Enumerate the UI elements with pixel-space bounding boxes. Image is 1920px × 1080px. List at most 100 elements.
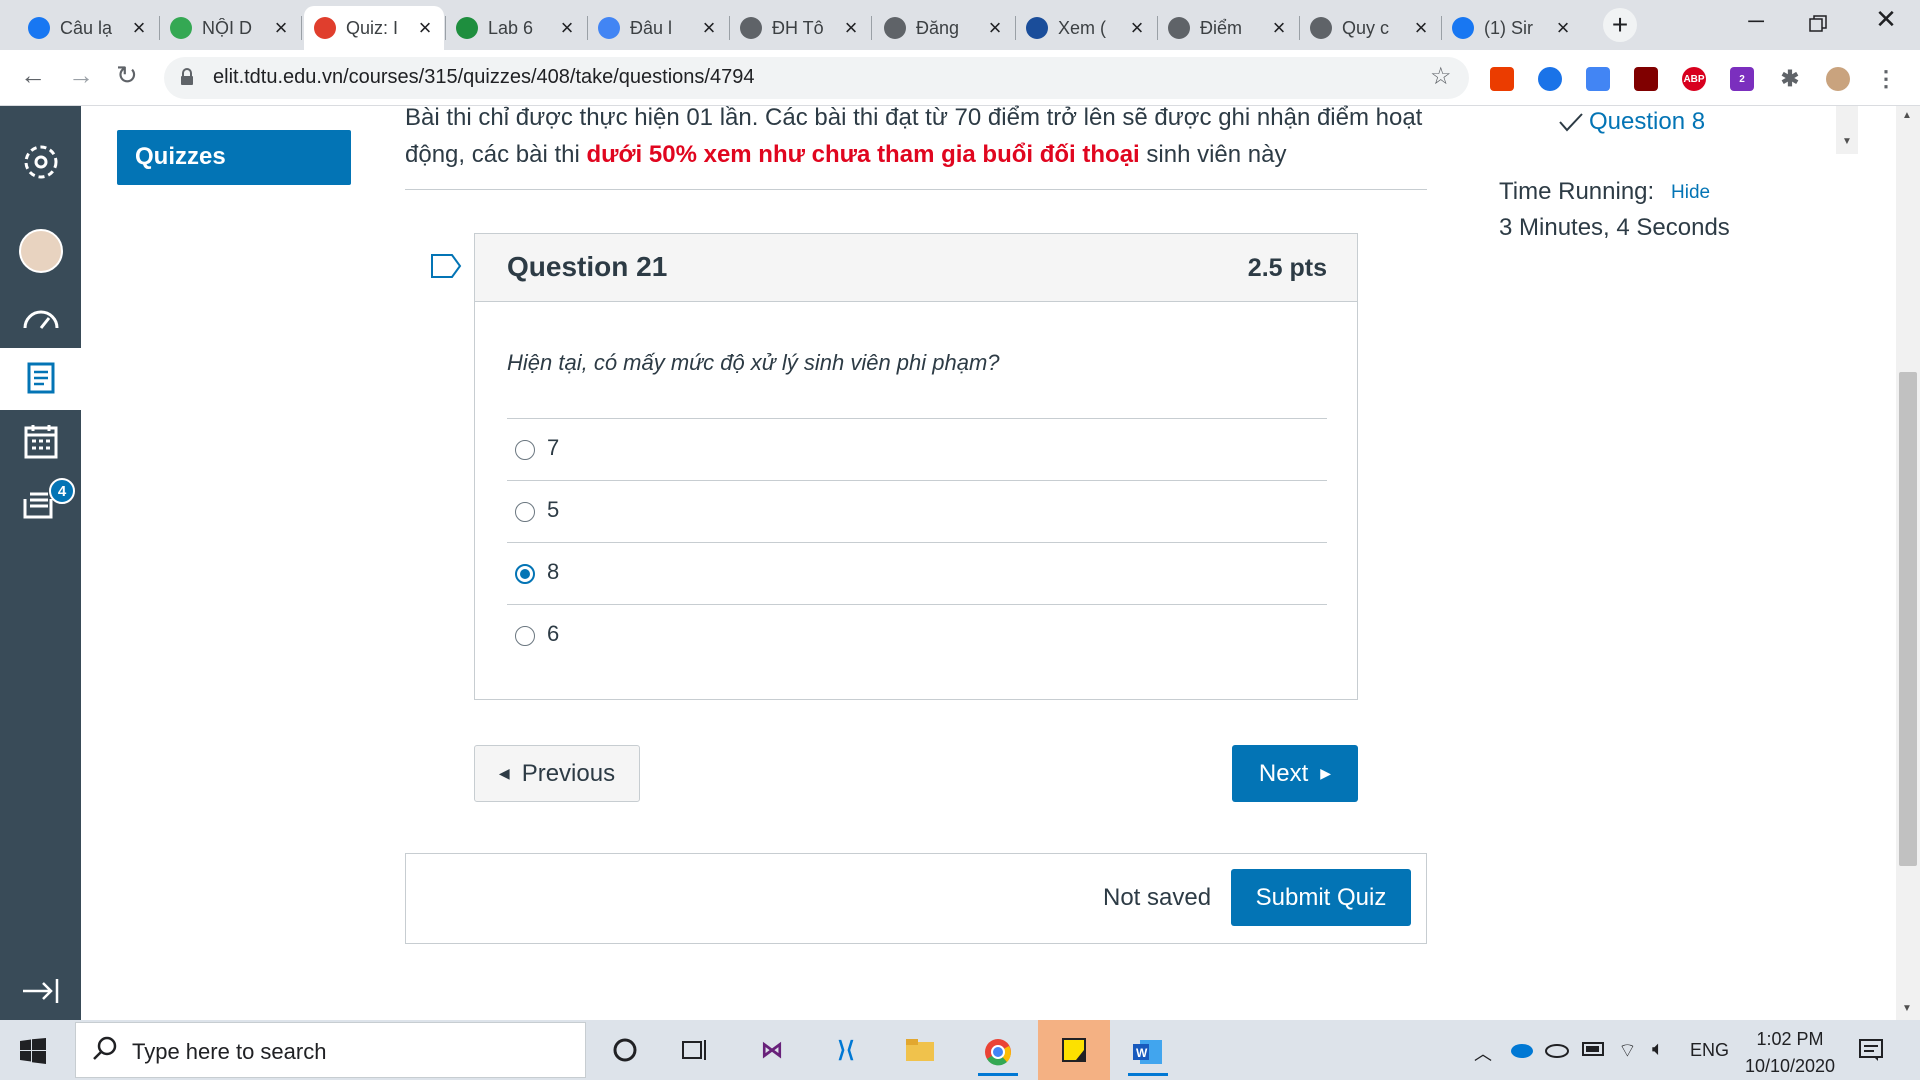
bookmark-star-icon[interactable]: ☆ (1430, 62, 1452, 91)
profile-avatar[interactable] (1826, 67, 1850, 91)
close-tab-icon[interactable]: × (1412, 15, 1430, 41)
search-icon (92, 1036, 118, 1062)
previous-label: Previous (521, 759, 616, 787)
canvas-global-nav: 4 (0, 106, 81, 1020)
answer-radio[interactable] (515, 440, 535, 460)
onedrive-icon[interactable] (1508, 1040, 1534, 1058)
close-tab-icon[interactable]: × (842, 15, 860, 41)
close-tab-icon[interactable]: × (272, 15, 290, 41)
ublock-extension-icon[interactable] (1634, 67, 1658, 91)
calendar-icon[interactable] (0, 410, 81, 472)
account-avatar[interactable] (0, 220, 81, 282)
scroll-down-icon[interactable]: ▼ (1902, 1003, 1912, 1014)
answer-label[interactable]: 6 (547, 621, 559, 647)
previous-button[interactable]: ◀ Previous (474, 745, 640, 802)
new-tab-button[interactable]: + (1603, 8, 1637, 42)
browser-tab[interactable]: Quy c × (1300, 6, 1440, 50)
answer-option[interactable]: 5 (507, 480, 1327, 542)
extension-2-icon[interactable]: 2 (1730, 67, 1754, 91)
show-hidden-icons[interactable]: ︿ (1474, 1040, 1492, 1066)
close-tab-icon[interactable]: × (558, 15, 576, 41)
answer-label[interactable]: 7 (547, 435, 559, 461)
taskbar-search-placeholder: Type here to search (132, 1039, 327, 1064)
tab-title: Câu lạ (60, 17, 113, 38)
question-list-link[interactable]: Question 8 (1589, 108, 1705, 136)
task-view-icon[interactable] (675, 1030, 715, 1070)
forward-icon[interactable]: → (68, 60, 94, 91)
translate-extension-icon[interactable] (1538, 67, 1562, 91)
answer-radio[interactable] (515, 502, 535, 522)
close-tab-icon[interactable]: × (1554, 15, 1572, 41)
visual-studio-icon[interactable]: ⋈ (752, 1030, 792, 1070)
office-extension-icon[interactable] (1490, 67, 1514, 91)
input-language[interactable]: ENG (1690, 1040, 1729, 1061)
answer-radio[interactable] (515, 564, 535, 584)
canvas-icon (314, 17, 336, 39)
reload-icon[interactable]: ↻ (116, 60, 138, 91)
url-text[interactable]: elit.tdtu.edu.vn/courses/315/quizzes/408… (213, 66, 754, 89)
browser-tab[interactable]: Lab 6 × (446, 6, 586, 50)
answer-radio[interactable] (515, 626, 535, 646)
close-tab-icon[interactable]: × (130, 15, 148, 41)
submit-quiz-button[interactable]: Submit Quiz (1231, 869, 1411, 926)
chrome-icon[interactable] (978, 1030, 1018, 1076)
answer-option[interactable]: 6 (507, 604, 1327, 666)
close-window-button[interactable]: ✕ (1868, 4, 1904, 40)
file-explorer-icon[interactable] (900, 1030, 940, 1070)
minimize-button[interactable]: ─ (1736, 8, 1776, 38)
time-running-label: Time Running: (1499, 178, 1655, 205)
battery-icon[interactable] (1582, 1042, 1606, 1056)
question-title: Question 21 (507, 251, 668, 282)
flag-question-icon[interactable] (430, 253, 462, 279)
canvas-logo-icon[interactable] (0, 131, 81, 193)
word-icon[interactable]: W (1128, 1030, 1168, 1076)
close-tab-icon[interactable]: × (986, 15, 1004, 41)
dashboard-icon[interactable] (0, 286, 81, 348)
back-icon[interactable]: ← (20, 60, 46, 91)
close-tab-icon[interactable]: × (416, 15, 434, 41)
browser-tab[interactable]: Quiz: I × (304, 6, 444, 50)
restore-button[interactable] (1800, 10, 1836, 40)
cloud-icon[interactable] (1544, 1040, 1570, 1058)
adblock-plus-extension-icon[interactable]: ABP (1682, 67, 1706, 91)
caret-right-icon: ▶ (1320, 765, 1332, 781)
browser-tab[interactable]: Đâu l × (588, 6, 728, 50)
wifi-icon[interactable]: ⌔ (1618, 1038, 1637, 1063)
browser-tab[interactable]: Câu lạ × (18, 6, 158, 50)
notifications-icon[interactable] (1858, 1037, 1884, 1063)
question-list-scroll-icon[interactable]: ▼ (1836, 106, 1858, 154)
browser-menu-icon[interactable]: ⋮ (1874, 66, 1898, 91)
cortana-icon[interactable] (605, 1030, 645, 1070)
close-tab-icon[interactable]: × (700, 15, 718, 41)
scroll-up-icon[interactable]: ▲ (1902, 110, 1912, 121)
close-tab-icon[interactable]: × (1128, 15, 1146, 41)
answer-option[interactable]: 7 (507, 418, 1327, 480)
volume-icon[interactable]: 🔈︎ (1652, 1038, 1664, 1061)
next-button[interactable]: Next ▶ (1232, 745, 1358, 802)
check-icon (1557, 111, 1585, 133)
google-translate-extension-icon[interactable] (1586, 67, 1610, 91)
answer-option[interactable]: 8 (507, 542, 1327, 604)
sticky-notes-icon[interactable] (1038, 1020, 1110, 1080)
browser-tab[interactable]: Xem (× (1016, 6, 1156, 50)
course-nav-quizzes[interactable]: Quizzes (117, 130, 351, 185)
close-tab-icon[interactable]: × (1270, 15, 1288, 41)
extensions-puzzle-icon[interactable]: ✱ (1778, 66, 1802, 91)
browser-tab[interactable]: (1) Sir × (1442, 6, 1582, 50)
scrollbar-thumb[interactable] (1899, 372, 1917, 866)
browser-tab[interactable]: ĐH Tô × (730, 6, 870, 50)
collapse-nav-icon[interactable] (0, 960, 81, 1022)
hide-timer-link[interactable]: Hide (1671, 182, 1710, 204)
browser-tab[interactable]: NỘI D × (160, 6, 300, 50)
vscode-icon[interactable]: ⟩⟨ (826, 1030, 866, 1070)
windows-start-icon[interactable] (20, 1038, 46, 1064)
browser-tab[interactable]: Đăng × (874, 6, 1014, 50)
tab-title: Đăng (916, 17, 960, 38)
quiz-instructions: Bài thi chỉ được thực hiện 01 lần. Các b… (405, 99, 1425, 173)
svg-text:W: W (1136, 1046, 1148, 1060)
answer-label[interactable]: 5 (547, 497, 559, 523)
answer-label[interactable]: 8 (547, 559, 559, 585)
taskbar-clock[interactable]: 1:02 PM 10/10/2020 (1740, 1026, 1840, 1080)
browser-tab[interactable]: Điểm × (1158, 6, 1298, 50)
courses-icon[interactable] (0, 348, 81, 410)
